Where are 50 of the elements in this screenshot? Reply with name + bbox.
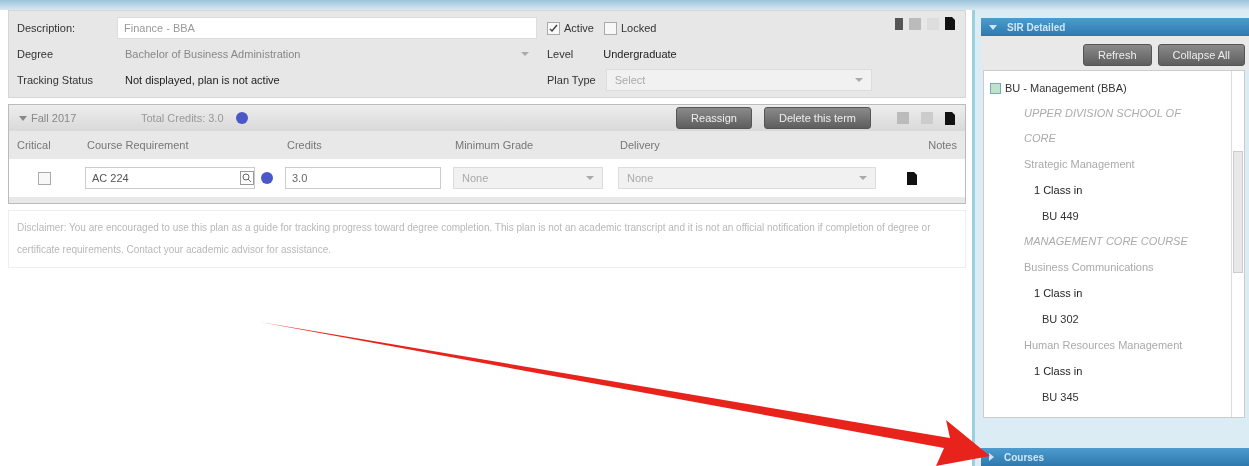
- panel-header[interactable]: SIR Detailed: [981, 18, 1249, 36]
- tree-item[interactable]: BU 302: [990, 306, 1231, 332]
- course-field[interactable]: AC 224: [85, 167, 255, 189]
- document-icon[interactable]: [907, 171, 917, 185]
- tree-item[interactable]: BU 345: [990, 384, 1231, 410]
- disclaimer-text: Disclaimer: You are encouraged to use this plan as a guide for tracking progress toward degree completion. This plan is not an academic transcript and it is not an official notification if completion of degree or certificate requirements. Contact your academic advisor for assistance.: [8, 210, 966, 268]
- tree-item[interactable]: UPPER DIVISION SCHOOL OF CORE: [990, 101, 1194, 151]
- info-icon[interactable]: [261, 172, 273, 184]
- credits-field[interactable]: 3.0: [285, 167, 441, 189]
- search-icon[interactable]: [240, 171, 254, 185]
- locked-checkbox[interactable]: Locked: [603, 21, 657, 35]
- term-button[interactable]: Delete this term: [763, 107, 871, 129]
- total-credits: Total Credits: 3.0: [141, 112, 224, 124]
- scrollbar[interactable]: [1231, 71, 1244, 417]
- tree-item[interactable]: BU - Management (BBA): [990, 75, 1231, 101]
- column-header: Course Requirement: [86, 138, 190, 153]
- info-icon[interactable]: [235, 112, 248, 124]
- checkmark-icon: [549, 23, 558, 33]
- panel-button[interactable]: Refresh: [1083, 44, 1152, 66]
- column-header: Minimum Grade: [454, 138, 535, 153]
- tree-item[interactable]: Strategic Management: [990, 151, 1231, 177]
- column-header: Delivery: [619, 138, 661, 153]
- panel-button[interactable]: Collapse All: [1157, 44, 1245, 66]
- field-label: Tracking Status: [17, 74, 94, 86]
- field-label: Degree: [17, 48, 55, 60]
- document-icon[interactable]: [945, 111, 955, 125]
- tree-item[interactable]: MANAGEMENT CORE COURSE: [990, 229, 1194, 254]
- expand-icon[interactable]: [990, 82, 1001, 94]
- tree-item[interactable]: BU 449: [990, 203, 1231, 229]
- document-icon[interactable]: [945, 17, 955, 30]
- field-label: Description:: [17, 22, 77, 34]
- description-field[interactable]: Finance - BBA: [117, 17, 537, 39]
- term-toggle[interactable]: Fall 2017: [19, 112, 129, 124]
- tree-item[interactable]: 1 Class in: [990, 280, 1231, 306]
- panel-header[interactable]: Courses: [981, 448, 1249, 466]
- column-header: Notes: [927, 138, 958, 153]
- field-label: Level: [547, 48, 574, 60]
- term-button[interactable]: Reassign: [676, 107, 752, 129]
- level-value: Undergraduate: [603, 48, 677, 60]
- field-label: Plan Type: [547, 74, 596, 86]
- active-checkbox[interactable]: Active: [547, 21, 594, 35]
- tree-item[interactable]: 1 Class in: [990, 177, 1231, 203]
- degree-select[interactable]: Bachelor of Business Administration: [117, 43, 537, 65]
- tree-item[interactable]: Human Resources Management: [990, 332, 1231, 358]
- tree-item[interactable]: 1 Class in: [990, 358, 1231, 384]
- tracking-status: Not displayed, plan is not active: [124, 74, 281, 86]
- column-header: Critical: [16, 138, 52, 153]
- critical-checkbox[interactable]: [37, 171, 51, 185]
- tree-item[interactable]: Business Communications: [990, 254, 1231, 280]
- column-header: Credits: [286, 138, 323, 153]
